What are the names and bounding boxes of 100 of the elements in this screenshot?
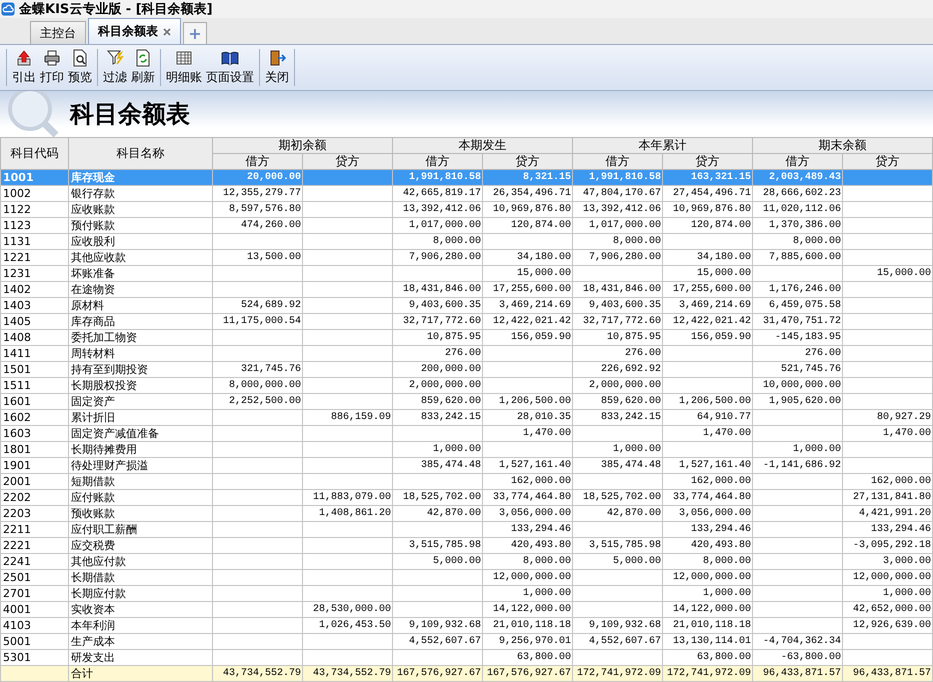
amount-cell: -1,141,686.92 (752, 458, 842, 474)
amount-cell: 32,717,772.60 (392, 314, 482, 330)
table-row[interactable]: 1602 累计折旧 886,159.09 833,242.15 28,010.35 833,242.15 64,910.77 80,927.29 (0, 410, 932, 426)
table-row[interactable]: 2001 短期借款 162,000.00 162,000.00 162,000.00 (0, 474, 932, 490)
amount-cell: 34,180.00 (482, 250, 572, 266)
amount-cell: 42,870.00 (392, 506, 482, 522)
amount-cell: 27,131,841.80 (842, 490, 932, 506)
amount-cell: 12,422,021.42 (482, 314, 572, 330)
toolbar-button[interactable]: 预览 (66, 47, 94, 88)
amount-cell: 33,774,464.80 (662, 490, 752, 506)
table-row[interactable]: 1231 坏账准备 15,000.00 15,000.00 15,000.00 (0, 266, 932, 282)
amount-cell: 1,000.00 (392, 442, 482, 458)
table-row[interactable]: 1402 在途物资 18,431,846.00 17,255,600.00 18,431,846.00 17,255,600.00 1,176,246.00 (0, 282, 932, 298)
amount-cell: 28,010.35 (482, 410, 572, 426)
column-header: 贷方 (482, 154, 572, 170)
code-cell: 4103 (0, 618, 68, 634)
table-row[interactable]: 1411 周转材料 276.00 276.00 276.00 (0, 346, 932, 362)
table-row[interactable]: 5001 生产成本 4,552,607.67 9,256,970.01 4,552,607.67 13,130,114.01 -4,704,362.34 (0, 634, 932, 650)
name-cell: 累计折旧 (68, 410, 212, 426)
amount-cell: 20,000.00 (212, 170, 302, 186)
table-row[interactable]: 1405 库存商品 11,175,000.54 32,717,772.60 12,422,021.42 32,717,772.60 12,422,021.42 31,470,751.72 (0, 314, 932, 330)
table-row[interactable]: 2211 应付职工薪酬 133,294.46 133,294.46 133,294.46 (0, 522, 932, 538)
amount-cell: 9,403,600.35 (392, 298, 482, 314)
table-row[interactable]: 2701 长期应付款 1,000.00 1,000.00 1,000.00 (0, 586, 932, 602)
window-title: 金蝶KIS云专业版 - [科目余额表] (19, 0, 213, 18)
amount-cell: 4,552,607.67 (392, 634, 482, 650)
amount-cell: 1,000.00 (662, 586, 752, 602)
amount-cell: 1,206,500.00 (662, 394, 752, 410)
report-title: 科目余额表 (70, 99, 190, 130)
table-row[interactable]: 2203 预收账款 1,408,861.20 42,870.00 3,056,000.00 42,870.00 3,056,000.00 4,421,991.20 (0, 506, 932, 522)
toolbar-button[interactable]: 刷新 (129, 47, 157, 88)
table-row[interactable]: 1501 持有至到期投资 321,745.76 200,000.00 226,692.92 521,745.76 (0, 362, 932, 378)
table-row[interactable]: 1221 其他应收款 13,500.00 7,906,280.00 34,180.00 7,906,280.00 34,180.00 7,885,600.00 (0, 250, 932, 266)
amount-cell: 2,000,000.00 (572, 378, 662, 394)
amount-cell: 3,515,785.98 (392, 538, 482, 554)
amount-cell: 1,991,810.58 (392, 170, 482, 186)
code-cell: 1001 (0, 170, 68, 186)
column-header: 借方 (212, 154, 302, 170)
code-cell: 2221 (0, 538, 68, 554)
amount-cell: 3,056,000.00 (662, 506, 752, 522)
amount-cell: 32,717,772.60 (572, 314, 662, 330)
amount-cell: 15,000.00 (482, 266, 572, 282)
amount-cell: 15,000.00 (662, 266, 752, 282)
amount-cell: 8,000.00 (662, 554, 752, 570)
name-cell: 待处理财产损溢 (68, 458, 212, 474)
table-row[interactable]: 1601 固定资产 2,252,500.00 859,620.00 1,206,500.00 859,620.00 1,206,500.00 1,905,620.00 (0, 394, 932, 410)
name-cell: 应付职工薪酬 (68, 522, 212, 538)
toolbar-button[interactable]: 关闭 (263, 47, 291, 88)
table-row[interactable]: 4001 实收资本 28,530,000.00 14,122,000.00 14,122,000.00 42,652,000.00 (0, 602, 932, 618)
table-row[interactable]: 1603 固定资产减值准备 1,470.00 1,470.00 1,470.00 (0, 426, 932, 442)
code-cell: 1002 (0, 186, 68, 202)
amount-cell: 886,159.09 (302, 410, 392, 426)
name-cell: 库存现金 (68, 170, 212, 186)
amount-cell: 1,026,453.50 (302, 618, 392, 634)
table-row[interactable]: 1901 待处理财产损溢 385,474.48 1,527,161.40 385,474.48 1,527,161.40 -1,141,686.92 (0, 458, 932, 474)
code-cell: 1603 (0, 426, 68, 442)
name-cell: 在途物资 (68, 282, 212, 298)
toolbar-button[interactable]: 过滤 (101, 47, 129, 88)
code-cell: 1221 (0, 250, 68, 266)
toolbar-button[interactable]: 页面设置 (204, 47, 256, 88)
close-icon[interactable] (163, 28, 171, 36)
table-row[interactable]: 1801 长期待摊费用 1,000.00 1,000.00 1,000.00 (0, 442, 932, 458)
name-cell: 固定资产减值准备 (68, 426, 212, 442)
amount-cell: 10,969,876.80 (662, 202, 752, 218)
table-row[interactable]: 2501 长期借款 12,000,000.00 12,000,000.00 12,000,000.00 (0, 570, 932, 586)
table-row[interactable]: 1511 长期股权投资 8,000,000.00 2,000,000.00 2,000,000.00 10,000,000.00 (0, 378, 932, 394)
amount-cell: 14,122,000.00 (662, 602, 752, 618)
table-row[interactable]: 2202 应付账款 11,883,079.00 18,525,702.00 33,774,464.80 18,525,702.00 33,774,464.80 27,131,841.80 (0, 490, 932, 506)
amount-cell: 226,692.92 (572, 362, 662, 378)
table-row[interactable]: 1403 原材料 524,689.92 9,403,600.35 3,469,214.69 9,403,600.35 3,469,214.69 6,459,075.58 (0, 298, 932, 314)
column-header: 借方 (572, 154, 662, 170)
table-row[interactable]: 1131 应收股利 8,000.00 8,000.00 8,000.00 (0, 234, 932, 250)
name-cell: 应收股利 (68, 234, 212, 250)
table-row[interactable]: 1122 应收账款 8,597,576.80 13,392,412.06 10,969,876.80 13,392,412.06 10,969,876.80 11,020,112.06 (0, 202, 932, 218)
name-cell: 其他应收款 (68, 250, 212, 266)
toolbar-button[interactable]: 明细账 (164, 47, 204, 88)
amount-cell: 13,392,412.06 (392, 202, 482, 218)
table-row[interactable]: 1123 预付账款 474,260.00 1,017,000.00 120,874.00 1,017,000.00 120,874.00 1,370,386.00 (0, 218, 932, 234)
table-row[interactable]: 1002 银行存款 12,355,279.77 42,665,819.17 26,354,496.71 47,804,170.67 27,454,496.71 28,666,602.23 (0, 186, 932, 202)
toolbar-button[interactable]: 打印 (38, 47, 66, 88)
table-row[interactable]: 1408 委托加工物资 10,875.95 156,059.90 10,875.95 156,059.90 -145,183.95 (0, 330, 932, 346)
amount-cell: 1,408,861.20 (302, 506, 392, 522)
tab[interactable]: 科目余额表 (88, 18, 181, 44)
code-cell: 1131 (0, 234, 68, 250)
amount-cell: 42,870.00 (572, 506, 662, 522)
door-exit-icon (268, 49, 286, 68)
amount-cell: 1,000.00 (572, 442, 662, 458)
amount-cell: 3,515,785.98 (572, 538, 662, 554)
amount-cell: 10,000,000.00 (752, 378, 842, 394)
toolbar-button[interactable]: 引出 (10, 47, 38, 88)
name-cell: 生产成本 (68, 634, 212, 650)
table-row[interactable]: 2221 应交税费 3,515,785.98 420,493.80 3,515,785.98 420,493.80 -3,095,292.18 (0, 538, 932, 554)
table-row[interactable]: 4103 本年利润 1,026,453.50 9,109,932.68 21,010,118.18 9,109,932.68 21,010,118.18 12,926,639.00 (0, 618, 932, 634)
table-row[interactable]: 2241 其他应付款 5,000.00 8,000.00 5,000.00 8,000.00 3,000.00 (0, 554, 932, 570)
amount-cell: 1,527,161.40 (482, 458, 572, 474)
book-icon (221, 49, 239, 68)
table-row[interactable]: 合计 43,734,552.79 43,734,552.79 167,576,927.67 167,576,927.67 172,741,972.09 172,741,972.09 96,433,871.57 96,433,871.57 (0, 666, 932, 682)
amount-cell: 31,470,751.72 (752, 314, 842, 330)
amount-cell: 172,741,972.09 (662, 666, 752, 682)
tab[interactable]: 主控台 (30, 21, 86, 44)
